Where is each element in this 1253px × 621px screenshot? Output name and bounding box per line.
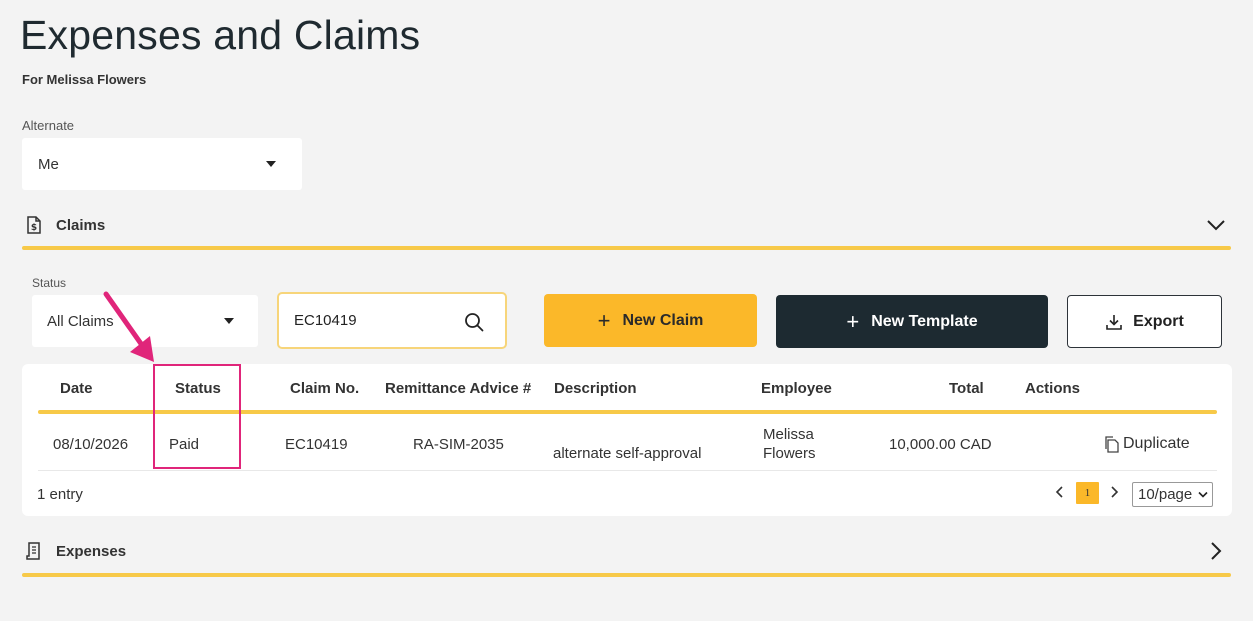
cell-employee-first: Melissa xyxy=(763,426,814,443)
duplicate-button[interactable]: Duplicate xyxy=(1104,435,1190,453)
page-subtitle: For Melissa Flowers xyxy=(22,72,147,87)
expenses-section-header[interactable]: Expenses xyxy=(22,534,1231,568)
claims-section-title: Claims xyxy=(56,216,106,234)
cell-status: Paid xyxy=(169,436,200,453)
page-size-value: 10/page xyxy=(1138,486,1193,503)
column-header-employee[interactable]: Employee xyxy=(761,380,832,397)
status-filter-select[interactable]: All Claims xyxy=(32,295,258,347)
chevron-right-icon[interactable] xyxy=(1205,540,1227,562)
export-button[interactable]: Export xyxy=(1067,295,1222,348)
cell-total: 10,000.00 CAD xyxy=(889,436,992,453)
alternate-label: Alternate xyxy=(22,118,75,133)
cell-claim-no[interactable]: EC10419 xyxy=(285,436,348,453)
plus-icon: + xyxy=(597,307,611,333)
export-label: Export xyxy=(1133,312,1184,330)
expenses-section-title: Expenses xyxy=(56,542,127,560)
table-header-divider xyxy=(38,410,1217,414)
column-header-claim-no[interactable]: Claim No. xyxy=(290,380,359,397)
chevron-down-icon[interactable] xyxy=(1205,214,1227,236)
copy-icon xyxy=(1105,435,1119,453)
duplicate-label: Duplicate xyxy=(1123,435,1190,452)
cell-employee-last: Flowers xyxy=(763,445,816,462)
column-header-date[interactable]: Date xyxy=(60,380,93,397)
new-template-button[interactable]: + New Template xyxy=(776,295,1048,348)
pagination-page-1[interactable]: 1 xyxy=(1076,482,1099,504)
column-header-actions: Actions xyxy=(1025,380,1081,397)
receipt-dollar-icon: $ xyxy=(27,216,41,234)
cell-remittance: RA-SIM-2035 xyxy=(413,436,504,453)
expenses-section-divider xyxy=(22,573,1231,577)
plus-icon: + xyxy=(846,308,860,334)
column-header-status[interactable]: Status xyxy=(175,380,221,397)
alternate-value: Me xyxy=(38,155,59,173)
search-icon[interactable] xyxy=(464,312,484,332)
new-claim-label: New Claim xyxy=(622,311,704,329)
receipt-icon xyxy=(26,542,40,560)
status-filter-label: Status xyxy=(32,276,67,290)
svg-text:$: $ xyxy=(31,223,37,233)
claims-section-divider xyxy=(22,246,1231,250)
new-template-label: New Template xyxy=(871,312,978,330)
chevron-down-icon xyxy=(1198,491,1208,498)
download-icon xyxy=(1106,314,1122,330)
status-filter-value: All Claims xyxy=(47,312,114,330)
column-header-remittance[interactable]: Remittance Advice # xyxy=(385,380,531,397)
caret-down-icon xyxy=(224,318,234,324)
page-title: Expenses and Claims xyxy=(20,12,421,58)
chevron-left-icon[interactable] xyxy=(1052,483,1066,501)
cell-description: alternate self-approval xyxy=(553,445,702,462)
chevron-right-icon[interactable] xyxy=(1108,483,1122,501)
page-size-select[interactable]: 10/page xyxy=(1132,482,1213,507)
cell-date: 08/10/2026 xyxy=(53,436,129,453)
column-header-total[interactable]: Total xyxy=(949,380,984,397)
claims-table: Date Status Claim No. Remittance Advice … xyxy=(22,364,1232,516)
row-divider xyxy=(38,470,1217,471)
claim-search-box[interactable] xyxy=(277,292,507,349)
column-header-description[interactable]: Description xyxy=(554,380,637,397)
caret-down-icon xyxy=(266,161,276,167)
claim-search-input[interactable] xyxy=(294,312,454,329)
alternate-select[interactable]: Me xyxy=(22,138,302,190)
entry-count: 1 entry xyxy=(37,486,83,503)
claims-section-header[interactable]: $ Claims xyxy=(22,208,1231,242)
new-claim-button[interactable]: + New Claim xyxy=(544,294,757,347)
